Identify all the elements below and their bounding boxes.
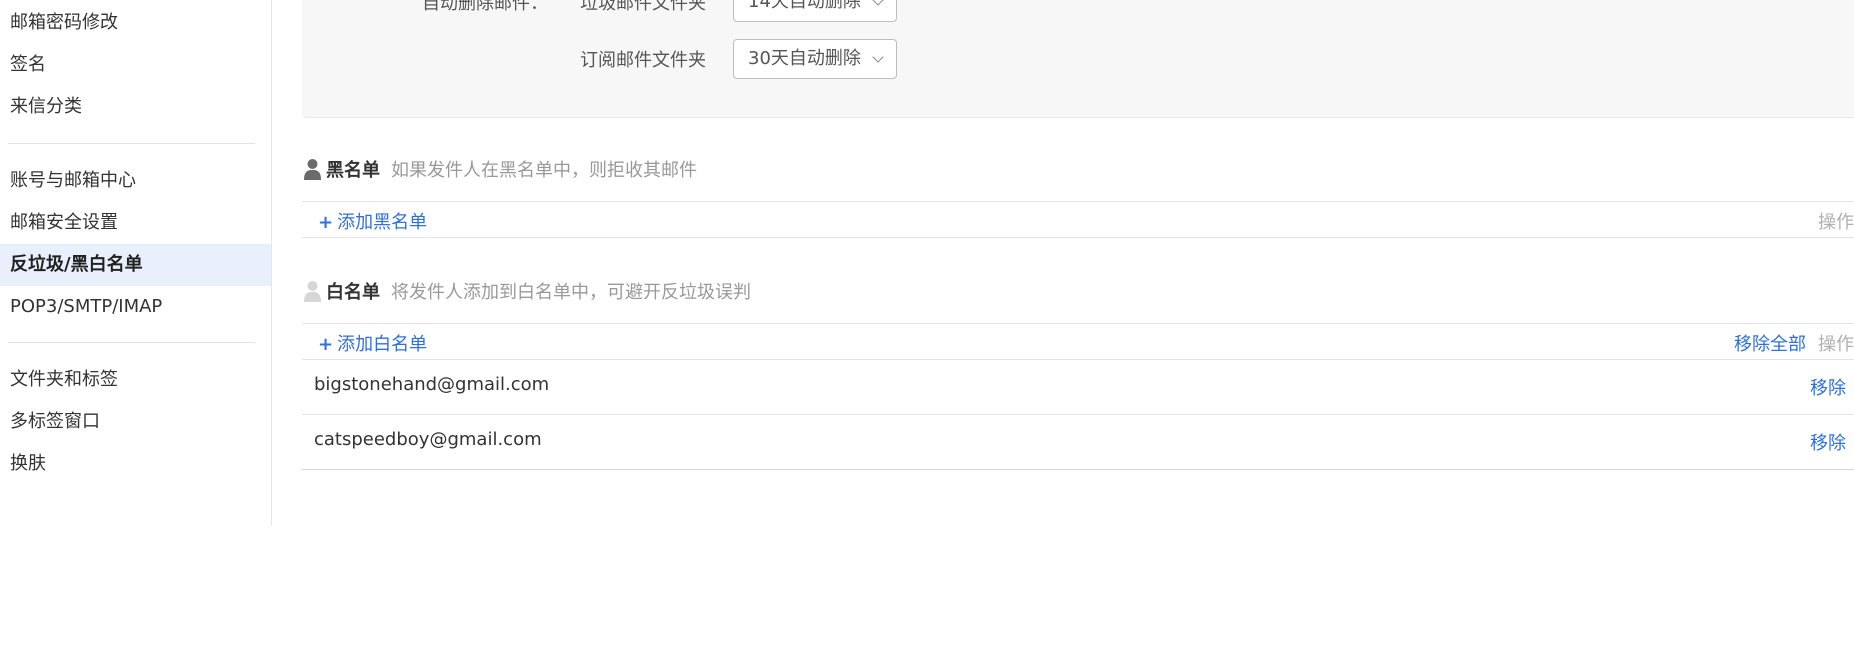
plus-icon: + <box>318 212 334 233</box>
sidebar-item-antispam[interactable]: 反垃圾/黑白名单 <box>0 244 271 286</box>
subscribe-folder-label: 订阅邮件文件夹 <box>580 50 706 71</box>
sidebar-divider <box>8 143 255 144</box>
whitelist-title: 白名单 <box>326 282 380 303</box>
subscribe-folder-select[interactable]: 30天自动删除 <box>733 39 897 79</box>
settings-sidebar: 邮箱密码修改 签名 来信分类 账号与邮箱中心 邮箱安全设置 反垃圾/黑白名单 P… <box>0 0 272 526</box>
blacklist-description: 如果发件人在黑名单中，则拒收其邮件 <box>391 160 697 181</box>
sidebar-item-pop3[interactable]: POP3/SMTP/IMAP <box>0 286 271 328</box>
table-row: catspeedboy@gmail.com 移除 <box>302 415 1854 470</box>
sidebar-item-folders-tags[interactable]: 文件夹和标签 <box>0 359 271 401</box>
add-blacklist-label: 添加黑名单 <box>337 212 428 233</box>
remove-button[interactable]: 移除 <box>1810 374 1846 400</box>
sidebar-item-security[interactable]: 邮箱安全设置 <box>0 202 271 244</box>
chevron-down-icon <box>872 51 884 63</box>
remove-button[interactable]: 移除 <box>1810 429 1846 455</box>
blacklist-header: 黑名单 如果发件人在黑名单中，则拒收其邮件 <box>302 154 1102 184</box>
add-whitelist-label: 添加白名单 <box>337 334 428 355</box>
person-dark-icon <box>304 159 321 180</box>
sidebar-item-skin[interactable]: 换肤 <box>0 443 271 485</box>
subscribe-folder-select-value: 30天自动删除 <box>748 48 861 69</box>
sidebar-item-signature[interactable]: 签名 <box>0 44 271 86</box>
whitelist-email: catspeedboy@gmail.com <box>314 429 542 450</box>
auto-delete-settings: 自动删除邮件： 垃圾邮件文件夹 14天自动删除 订阅邮件文件夹 30天自动删除 <box>302 0 1854 118</box>
whitelist-description: 将发件人添加到白名单中，可避开反垃圾误判 <box>391 282 751 303</box>
whitelist-toolbar: + 添加白名单 移除全部 操作 <box>302 323 1854 360</box>
add-whitelist-button[interactable]: + 添加白名单 <box>318 330 427 356</box>
spam-folder-label: 垃圾邮件文件夹 <box>580 0 706 14</box>
table-row: bigstonehand@gmail.com 移除 <box>302 360 1854 415</box>
chevron-down-icon <box>872 0 884 6</box>
whitelist-email: bigstonehand@gmail.com <box>314 374 550 395</box>
main-content: 自动删除邮件： 垃圾邮件文件夹 14天自动删除 订阅邮件文件夹 30天自动删除 … <box>302 0 1854 648</box>
whitelist-op-header: 操作 <box>1818 334 1854 355</box>
spam-folder-select-value: 14天自动删除 <box>748 0 861 12</box>
person-light-icon <box>304 281 321 302</box>
add-blacklist-button[interactable]: + 添加黑名单 <box>318 208 427 234</box>
sidebar-divider <box>8 342 255 343</box>
blacklist-title: 黑名单 <box>326 160 380 181</box>
remove-all-button[interactable]: 移除全部 <box>1734 330 1806 356</box>
sidebar-item-mail-filter[interactable]: 来信分类 <box>0 86 271 128</box>
whitelist-header: 白名单 将发件人添加到白名单中，可避开反垃圾误判 <box>302 276 1102 306</box>
sidebar-item-multi-tab[interactable]: 多标签窗口 <box>0 401 271 443</box>
plus-icon: + <box>318 334 334 355</box>
sidebar-item-account-center[interactable]: 账号与邮箱中心 <box>0 160 271 202</box>
sidebar-item-password[interactable]: 邮箱密码修改 <box>0 2 271 44</box>
blacklist-toolbar: + 添加黑名单 操作 <box>302 201 1854 238</box>
spam-folder-select[interactable]: 14天自动删除 <box>733 0 897 22</box>
auto-delete-label: 自动删除邮件： <box>422 0 548 14</box>
blacklist-op-header: 操作 <box>1818 212 1854 233</box>
